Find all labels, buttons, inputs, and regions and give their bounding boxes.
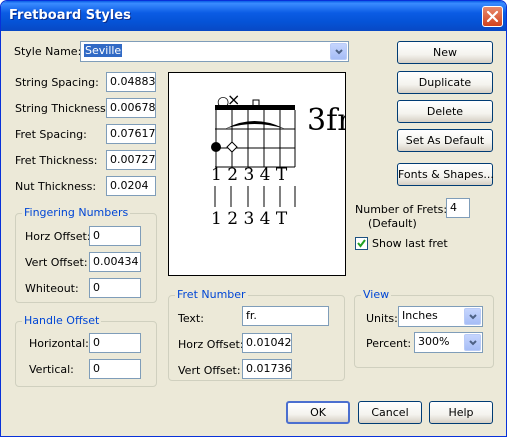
whiteout-label: Whiteout:	[25, 282, 79, 295]
fingering-horz-offset-field[interactable]: 0	[89, 226, 141, 246]
handle-vertical-label: Vertical:	[29, 363, 74, 376]
close-button[interactable]	[482, 6, 503, 27]
cancel-button[interactable]: Cancel	[358, 401, 422, 424]
fingering-horz-offset-label: Horz Offset:	[25, 230, 91, 243]
chevron-down-icon	[469, 340, 477, 346]
chevron-down-icon	[335, 49, 343, 55]
help-button[interactable]: Help	[429, 401, 493, 424]
fingering-numbers-title: Fingering Numbers	[22, 206, 131, 219]
whiteout-field[interactable]: 0	[89, 278, 141, 298]
fret-thickness-field[interactable]: 0.00727	[106, 150, 156, 170]
fret-position-label: 3fr	[307, 103, 346, 138]
handle-horizontal-field[interactable]: 0	[89, 333, 141, 353]
barre	[225, 121, 285, 129]
ok-button[interactable]: OK	[286, 401, 350, 424]
bottom-finger-numbers: 1 2 3 4 T	[211, 209, 288, 229]
fret-vert-offset-label: Vert Offset:	[178, 364, 241, 377]
style-name-label: Style Name:	[14, 45, 82, 58]
nut-thickness-field[interactable]: 0.0204	[106, 176, 156, 196]
percent-value: 300%	[418, 335, 450, 348]
string-thickness-label: String Thickness:	[15, 102, 110, 115]
string-spacing-label: String Spacing:	[15, 76, 99, 89]
units-label: Units:	[366, 312, 398, 325]
style-name-value: Seville	[84, 44, 123, 57]
percent-label: Percent:	[366, 337, 412, 350]
fret-text-label: Text:	[178, 312, 204, 325]
string-spacing-field[interactable]: 0.04883	[106, 72, 156, 92]
fonts-shapes-button[interactable]: Fonts & Shapes...	[397, 163, 494, 186]
number-of-frets-field[interactable]: 4	[446, 198, 470, 218]
delete-button[interactable]: Delete	[397, 100, 493, 123]
window-title: Fretboard Styles	[9, 8, 131, 23]
style-name-dropdown-button[interactable]	[330, 43, 347, 60]
handle-horizontal-label: Horizontal:	[29, 337, 89, 350]
units-dropdown-button[interactable]	[464, 308, 481, 325]
top-finger-numbers: 1 2 3 4 T	[211, 165, 288, 185]
percent-select[interactable]: 300%	[414, 332, 483, 353]
style-name-combo[interactable]: Seville	[80, 41, 349, 62]
units-select[interactable]: Inches	[398, 306, 483, 327]
duplicate-button[interactable]: Duplicate	[397, 71, 493, 94]
fret-spacing-field[interactable]: 0.07617	[106, 124, 156, 144]
view-title: View	[361, 288, 392, 301]
string-thickness-field[interactable]: 0.00678	[106, 98, 156, 118]
fretboard-styles-dialog: Fretboard Styles Style Name: Seville Str…	[0, 0, 507, 437]
chord-diagram: ○ × 3fr 1 2 3 4 T 1 2 3 4 T	[211, 90, 346, 229]
fretboard-preview: ○ × 3fr 1 2 3 4 T 1 2 3 4 T	[168, 72, 346, 276]
nut-thickness-label: Nut Thickness:	[15, 180, 97, 193]
diamond-dot	[226, 141, 238, 153]
set-as-default-button[interactable]: Set As Default	[397, 129, 493, 152]
number-of-frets-label: Number of Frets:	[355, 203, 448, 216]
fingering-vert-offset-field[interactable]: 0.00434	[89, 252, 141, 272]
handle-vertical-field[interactable]: 0	[89, 359, 141, 379]
show-last-fret-label: Show last fret	[372, 237, 448, 250]
fret-number-title: Fret Number	[175, 288, 248, 301]
fingering-vert-offset-label: Vert Offset:	[25, 256, 88, 269]
percent-dropdown-button[interactable]	[464, 334, 481, 351]
fret-thickness-label: Fret Thickness:	[15, 154, 98, 167]
finger-dot	[211, 142, 221, 152]
handle-offset-title: Handle Offset	[22, 314, 102, 327]
number-of-frets-default-label: (Default)	[368, 217, 417, 230]
fret-spacing-label: Fret Spacing:	[15, 128, 87, 141]
fret-horz-offset-label: Horz Offset:	[178, 338, 244, 351]
fret-text-field[interactable]: fr.	[242, 306, 329, 326]
fret-horz-offset-field[interactable]: 0.01042	[242, 333, 292, 353]
fret-vert-offset-field[interactable]: 0.01736	[242, 359, 292, 379]
new-button[interactable]: New	[397, 41, 493, 64]
close-icon	[486, 10, 499, 23]
chevron-down-icon	[469, 314, 477, 320]
checkmark-icon	[357, 239, 366, 248]
title-bar[interactable]: Fretboard Styles	[1, 1, 506, 31]
units-value: Inches	[402, 309, 438, 322]
nut	[215, 105, 295, 110]
show-last-fret-checkbox[interactable]	[355, 237, 368, 250]
